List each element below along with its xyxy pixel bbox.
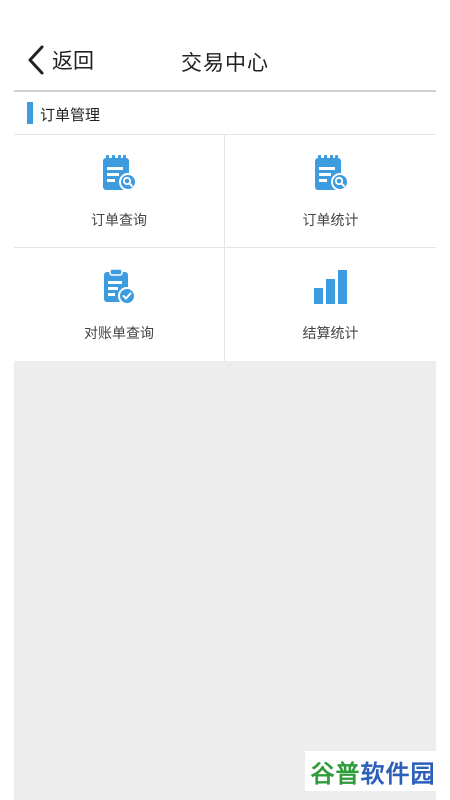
- order-search-icon: [97, 152, 141, 196]
- status-area: [0, 0, 450, 30]
- function-grid: 订单查询 订单统计 对账单查询 结算统计: [14, 135, 436, 361]
- tile-label: 订单统计: [302, 213, 359, 229]
- tile-label: 订单查询: [91, 213, 147, 229]
- page-title: 交易中心: [181, 51, 269, 75]
- section-header: 订单管理: [14, 92, 436, 135]
- tile-order-stats[interactable]: 订单统计: [225, 135, 436, 248]
- watermark-text-green: 谷普: [310, 759, 361, 788]
- tile-settlement-stats[interactable]: 结算统计: [225, 248, 436, 361]
- watermark-text-blue: 软件园: [360, 759, 436, 788]
- section-accent-bar: [27, 102, 33, 124]
- statement-check-icon: [97, 265, 141, 309]
- content-empty-area: [14, 361, 436, 800]
- nav-header: 返回 交易中心: [14, 30, 436, 92]
- tile-order-search[interactable]: 订单查询: [14, 135, 225, 248]
- tile-statement-search[interactable]: 对账单查询: [14, 248, 225, 361]
- bar-chart-icon: [309, 265, 353, 309]
- tile-label: 对账单查询: [84, 326, 154, 342]
- watermark-logo: 谷普 软件园: [305, 751, 441, 791]
- tile-label: 结算统计: [302, 326, 359, 342]
- order-stats-icon: [309, 152, 353, 196]
- section-title: 订单管理: [40, 106, 101, 124]
